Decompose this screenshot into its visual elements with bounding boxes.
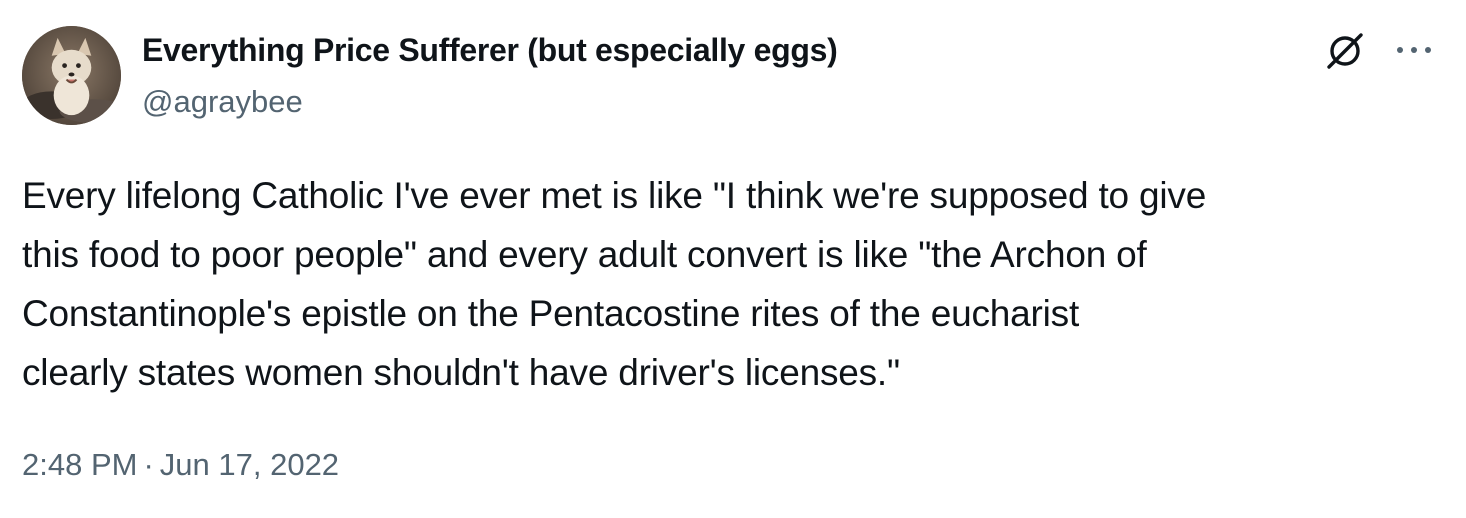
timestamp-separator: · bbox=[143, 447, 154, 482]
tweet-timestamp[interactable]: 2:48 PM · Jun 17, 2022 bbox=[22, 443, 339, 487]
author-handle[interactable]: @agraybee bbox=[142, 82, 303, 122]
tweet-text: Every lifelong Catholic I've ever met is… bbox=[22, 166, 1442, 402]
dog-avatar-icon bbox=[22, 26, 121, 125]
grok-icon[interactable] bbox=[1324, 30, 1366, 72]
tweet-card: Everything Price Sufferer (but especiall… bbox=[0, 0, 1466, 518]
tweet-text-line: this food to poor people" and every adul… bbox=[22, 234, 1147, 275]
tweet-date[interactable]: Jun 17, 2022 bbox=[160, 447, 339, 482]
tweet-text-line: Every lifelong Catholic I've ever met is… bbox=[22, 175, 1207, 216]
tweet-text-line: Constantinople's epistle on the Pentacos… bbox=[22, 293, 1080, 334]
more-options-icon[interactable] bbox=[1392, 36, 1436, 64]
tweet-text-line: clearly states women shouldn't have driv… bbox=[22, 352, 900, 393]
tweet-time[interactable]: 2:48 PM bbox=[22, 447, 137, 482]
author-avatar[interactable] bbox=[22, 26, 121, 125]
author-display-name[interactable]: Everything Price Sufferer (but especiall… bbox=[142, 30, 838, 70]
